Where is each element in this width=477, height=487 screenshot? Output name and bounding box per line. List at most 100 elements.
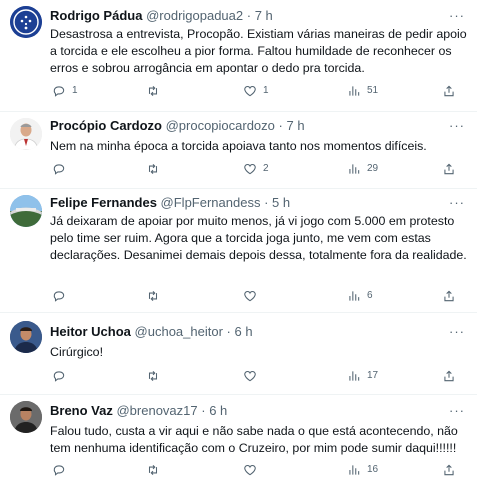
tweet[interactable]: Procópio Cardozo @procopiocardozo · 7 h … (0, 112, 477, 189)
views-icon (349, 164, 360, 174)
retweet-icon (148, 370, 158, 382)
tweet[interactable]: Rodrigo Pádua @rodrigopadua2 · 7 h ··· D… (0, 0, 477, 112)
views-icon (349, 371, 360, 381)
retweet-icon (148, 290, 158, 302)
reply-icon (53, 371, 65, 382)
views-button[interactable]: 6 (347, 288, 373, 304)
person-portrait-icon (10, 118, 42, 150)
heart-icon (244, 465, 256, 476)
tweet-text: Falou tudo, custa a vir aqui e não sabe … (50, 424, 458, 455)
timestamp[interactable]: 6 h (235, 324, 253, 339)
display-name[interactable]: Rodrigo Pádua (50, 8, 142, 23)
tweet-text: Desastrosa a entrevista, Procopão. Exist… (50, 27, 467, 75)
timestamp[interactable]: 6 h (209, 403, 227, 418)
like-button[interactable] (243, 462, 263, 478)
more-options-icon[interactable]: ··· (449, 118, 465, 134)
timestamp[interactable]: 7 h (255, 8, 273, 23)
heart-icon (244, 86, 256, 97)
share-button[interactable] (442, 462, 456, 478)
views-icon (349, 86, 360, 96)
heart-icon (244, 371, 256, 382)
tweet[interactable]: Breno Vaz @brenovaz17 · 6 h ··· Falou tu… (0, 395, 477, 487)
like-button[interactable]: 2 (243, 161, 269, 177)
reply-icon (53, 465, 65, 476)
more-options-icon[interactable]: ··· (449, 324, 465, 340)
avatar[interactable] (10, 321, 42, 353)
tweet-actions: 6 (50, 288, 460, 304)
tweet-actions: 1 1 51 (50, 83, 460, 99)
more-options-icon[interactable]: ··· (449, 403, 465, 419)
avatar[interactable] (10, 401, 42, 433)
tweet-actions: 17 (50, 368, 460, 384)
views-count: 6 (367, 290, 373, 301)
display-name[interactable]: Breno Vaz (50, 403, 113, 418)
retweet-button[interactable] (146, 288, 166, 304)
retweet-button[interactable] (146, 462, 166, 478)
tweet[interactable]: Felipe Fernandes @FlpFernandess · 5 h ··… (0, 189, 477, 313)
retweet-icon (148, 464, 158, 476)
reply-button[interactable] (52, 161, 72, 177)
retweet-button[interactable] (146, 368, 166, 384)
user-handle[interactable]: @rodrigopadua2 (146, 8, 243, 23)
retweet-button[interactable] (146, 83, 166, 99)
more-options-icon[interactable]: ··· (449, 8, 465, 24)
avatar[interactable] (10, 195, 42, 227)
tweet-header: Felipe Fernandes @FlpFernandess · 5 h ··… (50, 195, 467, 211)
tweet-header: Heitor Uchoa @uchoa_heitor · 6 h ··· (50, 324, 467, 340)
user-handle[interactable]: @uchoa_heitor (135, 324, 223, 339)
views-button[interactable]: 51 (347, 83, 378, 99)
views-count: 51 (367, 85, 379, 96)
reply-icon (53, 291, 65, 302)
retweet-button[interactable] (146, 161, 166, 177)
separator-dot: · (226, 324, 231, 339)
reply-icon (53, 164, 65, 175)
views-count: 17 (367, 370, 379, 381)
share-button[interactable] (442, 161, 456, 177)
views-count: 16 (367, 464, 379, 475)
share-icon (444, 85, 454, 97)
reply-button[interactable] (52, 368, 72, 384)
separator-dot: · (246, 8, 252, 23)
share-button[interactable] (442, 83, 456, 99)
tweet-text: Cirúrgico! (50, 345, 104, 359)
avatar[interactable] (10, 6, 42, 38)
display-name[interactable]: Procópio Cardozo (50, 118, 162, 133)
person-photo-icon (10, 321, 42, 353)
like-button[interactable]: 1 (243, 83, 269, 99)
share-icon (444, 163, 454, 175)
tweet-actions: 16 (50, 462, 460, 478)
retweet-icon (148, 163, 158, 175)
heart-icon (244, 164, 256, 175)
like-button[interactable] (243, 368, 263, 384)
reply-button[interactable] (52, 288, 72, 304)
views-button[interactable]: 29 (347, 161, 378, 177)
person-photo-icon (10, 401, 42, 433)
share-button[interactable] (442, 368, 456, 384)
avatar[interactable] (10, 118, 42, 150)
timestamp[interactable]: 7 h (287, 118, 305, 133)
views-button[interactable]: 17 (347, 368, 378, 384)
more-options-icon[interactable]: ··· (449, 195, 465, 211)
views-count: 29 (367, 163, 379, 174)
display-name[interactable]: Felipe Fernandes (50, 195, 157, 210)
tweet-text: Nem na minha época a torcida apoiava tan… (50, 139, 427, 153)
user-handle[interactable]: @procopiocardozo (166, 118, 275, 133)
like-count: 1 (263, 85, 269, 96)
tweet[interactable]: Heitor Uchoa @uchoa_heitor · 6 h ··· Cir… (0, 313, 477, 395)
user-handle[interactable]: @FlpFernandess (161, 195, 261, 210)
share-button[interactable] (442, 288, 456, 304)
user-handle[interactable]: @brenovaz17 (116, 403, 197, 418)
tweet-feed: Rodrigo Pádua @rodrigopadua2 · 7 h ··· D… (0, 0, 477, 487)
separator-dot: · (264, 195, 269, 210)
reply-button[interactable]: 1 (52, 83, 78, 99)
reply-button[interactable] (52, 462, 72, 478)
views-button[interactable]: 16 (347, 462, 378, 478)
like-button[interactable] (243, 288, 263, 304)
display-name[interactable]: Heitor Uchoa (50, 324, 131, 339)
tweet-header: Rodrigo Pádua @rodrigopadua2 · 7 h ··· (50, 8, 467, 24)
heart-icon (244, 291, 256, 302)
views-icon (349, 291, 360, 301)
timestamp[interactable]: 5 h (272, 195, 290, 210)
views-icon (349, 465, 360, 475)
tweet-header: Breno Vaz @brenovaz17 · 6 h ··· (50, 403, 467, 419)
